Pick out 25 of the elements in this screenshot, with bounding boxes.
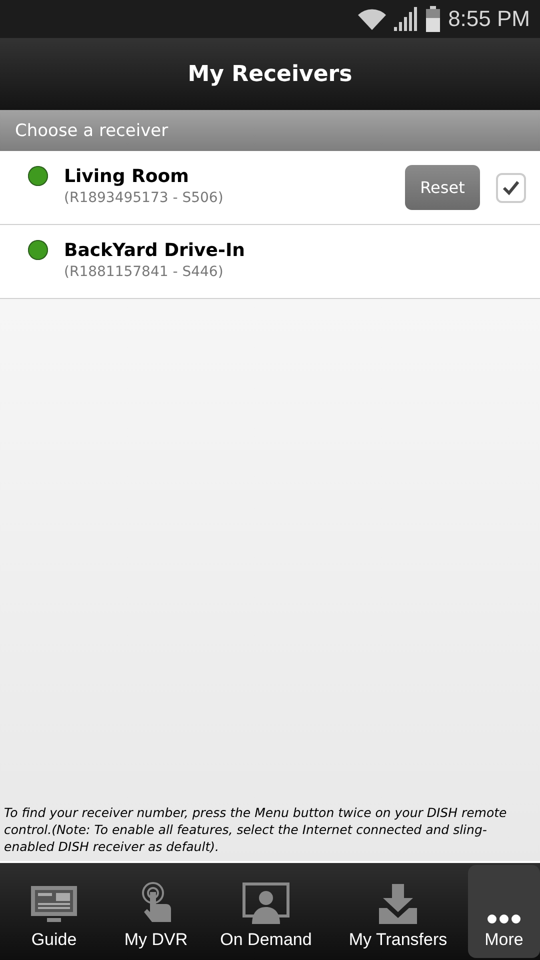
checkbox[interactable]	[496, 173, 526, 203]
nav-tab[interactable]: More	[468, 865, 540, 958]
screen-title: My Receivers	[188, 62, 352, 86]
checkmark-icon	[502, 180, 520, 196]
wifi-icon	[358, 7, 386, 31]
download-icon	[377, 884, 419, 924]
nav-tab[interactable]: Guide	[0, 865, 108, 958]
receiver-number: (R1893495173 - S506)	[64, 190, 224, 206]
section-title: Choose a receiver	[15, 120, 168, 140]
nav-tab[interactable]: On Demand	[204, 865, 328, 958]
battery-icon	[426, 6, 440, 32]
receiver-name: Living Room	[64, 166, 190, 187]
receiver-row[interactable]: BackYard Drive-In (R1881157841 - S446)	[0, 225, 540, 299]
receiver-row[interactable]: Living Room (R1893495173 - S506) Reset	[0, 151, 540, 225]
receiver-name: BackYard Drive-In	[64, 240, 246, 261]
nav-tab[interactable]: My DVR	[108, 865, 204, 958]
signal-icon	[394, 7, 418, 31]
reset-button[interactable]: Reset	[405, 165, 480, 210]
nav-tab[interactable]: My Transfers	[328, 865, 468, 958]
monitor-icon	[29, 884, 79, 924]
person-screen-icon	[241, 882, 291, 924]
clock-time: 8:55 PM	[448, 6, 530, 32]
help-note: To find your receiver number, press the Menu button twice on your DISH remote control.(Note: To enable all features, select the Internet connected and sling-enabled DISH receiver as default).	[3, 804, 508, 855]
more-icon	[487, 914, 521, 924]
receiver-number: (R1881157841 - S446)	[64, 264, 224, 280]
